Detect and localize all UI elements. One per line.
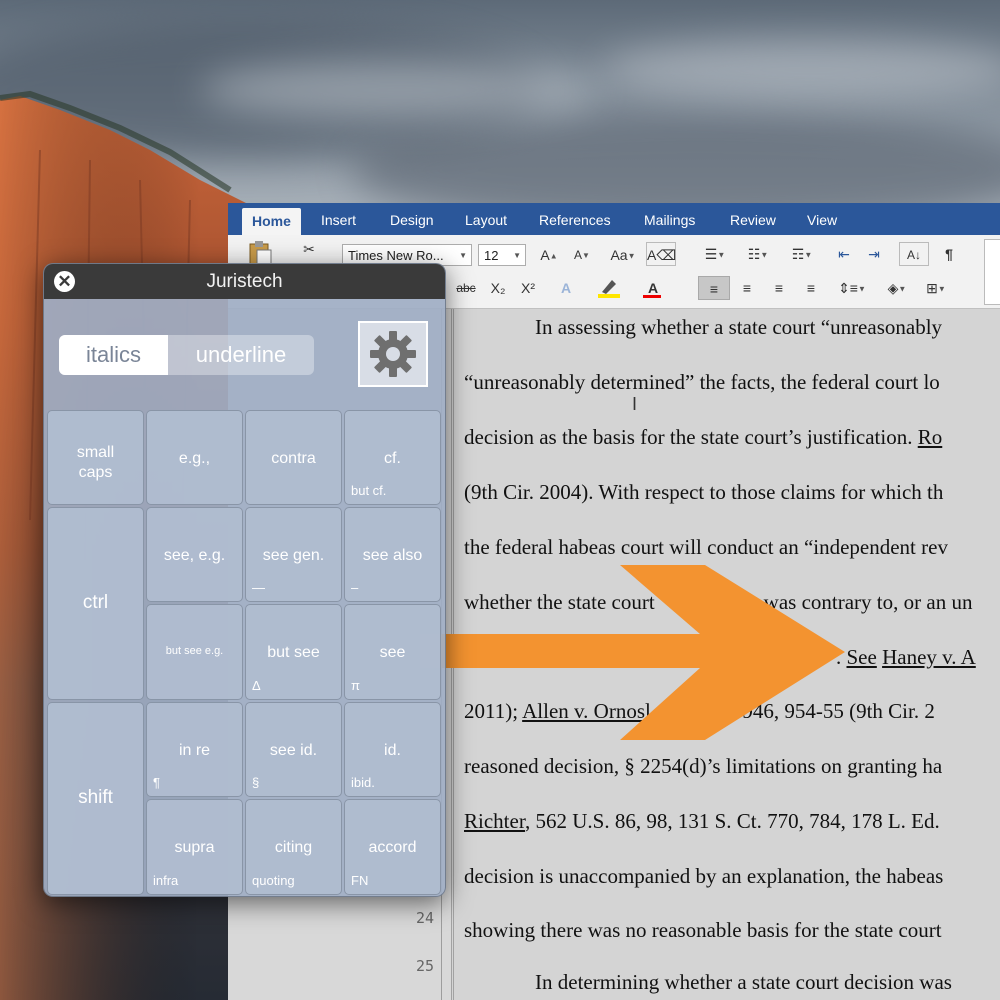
in-re-key[interactable]: in re ¶ (146, 702, 243, 797)
strikethrough-button[interactable]: abc (450, 276, 482, 300)
format-toggle: italics underline (59, 335, 314, 375)
document-line: Richter, 562 U.S. 86, 98, 131 S. Ct. 770… (464, 809, 940, 833)
document-line: decision is unaccompanied by an explanat… (464, 864, 944, 888)
see-id-key[interactable]: see id. § (245, 702, 342, 797)
highlighter-icon[interactable] (592, 276, 626, 300)
line-number: 24 (415, 909, 434, 927)
tab-view[interactable]: View (807, 210, 837, 232)
align-right-icon[interactable]: ≡ (763, 276, 795, 300)
cf-key[interactable]: cf. but cf. (344, 410, 441, 505)
borders-icon[interactable]: ⊞▼ (919, 276, 953, 300)
align-left-icon[interactable]: ≡ (698, 276, 730, 300)
numbering-icon[interactable]: ☷▼ (740, 242, 776, 266)
ctrl-key[interactable]: ctrl (47, 507, 144, 700)
grow-font-button[interactable]: A▲ (533, 243, 565, 267)
see-key[interactable]: see π (344, 604, 441, 700)
chevron-down-icon: ▼ (513, 251, 521, 260)
styles-gallery[interactable] (984, 239, 1000, 305)
font-size: 12 (484, 248, 499, 263)
eg-key[interactable]: e.g., (146, 410, 243, 505)
document-line: In determining whether a state court dec… (535, 970, 952, 994)
underline-toggle-button[interactable]: underline (168, 335, 314, 375)
but-see-key[interactable]: but see Δ (245, 604, 342, 700)
bullets-icon[interactable]: ☰▼ (697, 242, 733, 266)
but-see-eg-key[interactable]: but see e.g. (146, 604, 243, 700)
document-line: whether the state court n was contrary t… (464, 590, 973, 614)
font-name: Times New Ro... (348, 248, 444, 263)
see-gen-key[interactable]: see gen. — (245, 507, 342, 602)
document-line: (9th Cir. 2004). With respect to those c… (464, 480, 944, 504)
chevron-down-icon: ▼ (459, 251, 467, 260)
document-line: “unreasonably determined” the facts, the… (464, 370, 940, 394)
tab-design[interactable]: Design (390, 210, 434, 232)
small-caps-key[interactable]: small caps (47, 410, 144, 505)
text-cursor-icon: I (632, 394, 638, 414)
superscript-button[interactable]: X² (515, 276, 541, 300)
shift-key[interactable]: shift (47, 702, 144, 895)
increase-indent-icon[interactable]: ⇥ (861, 242, 887, 266)
accord-key[interactable]: accord FN (344, 799, 441, 895)
supra-key[interactable]: supra infra (146, 799, 243, 895)
justify-icon[interactable]: ≡ (795, 276, 827, 300)
document-line: showing there was no reasonable basis fo… (464, 918, 942, 942)
clear-formatting-icon[interactable]: A⌫ (646, 242, 676, 266)
tab-layout[interactable]: Layout (465, 210, 507, 232)
line-number: 25 (415, 957, 434, 975)
document-line: reasoned decision, § 2254(d)’s limitatio… (464, 754, 943, 778)
shading-icon[interactable]: ◈▼ (879, 276, 915, 300)
see-also-key[interactable]: see also – (344, 507, 441, 602)
tab-references[interactable]: References (539, 210, 611, 232)
scissors-icon[interactable]: ✂ (298, 237, 320, 261)
juristech-panel: ✕ Juristech italics underline small caps (43, 263, 446, 897)
id-key[interactable]: id. ibid. (344, 702, 441, 797)
tab-mailings[interactable]: Mailings (644, 210, 695, 232)
decrease-indent-icon[interactable]: ⇤ (831, 242, 857, 266)
font-color-icon[interactable]: A (636, 276, 670, 300)
document-line: . See Haney v. A (836, 645, 976, 669)
shrink-font-button[interactable]: A▼ (566, 243, 598, 267)
text-effects-icon[interactable]: A (556, 276, 576, 300)
document-line: 2011); Allen v. Ornosl .3d 946, 954-55 (9… (464, 699, 935, 723)
multilevel-list-icon[interactable]: ☶▼ (784, 242, 820, 266)
tab-home[interactable]: Home (242, 208, 301, 235)
tab-insert[interactable]: Insert (321, 210, 356, 232)
sort-icon[interactable]: A↓ (899, 242, 929, 266)
tab-review[interactable]: Review (730, 210, 776, 232)
panel-title: Juristech (206, 271, 283, 292)
align-center-icon[interactable]: ≡ (731, 276, 763, 300)
document-line: In assessing whether a state court “unre… (535, 315, 943, 339)
italics-toggle-button[interactable]: italics (59, 335, 168, 375)
subscript-button[interactable]: X₂ (485, 276, 511, 300)
contra-key[interactable]: contra (245, 410, 342, 505)
see-eg-key[interactable]: see, e.g. (146, 507, 243, 602)
change-case-button[interactable]: Aa▼ (606, 243, 640, 267)
ribbon-tab-bar: Home Insert Design Layout References Mai… (228, 203, 1000, 235)
document-line: the federal habeas court will conduct an… (464, 535, 948, 559)
line-spacing-icon[interactable]: ⇕≡▼ (834, 276, 870, 300)
settings-button[interactable] (358, 321, 428, 387)
gear-icon (370, 331, 416, 377)
panel-titlebar[interactable]: ✕ Juristech (44, 264, 445, 299)
citing-key[interactable]: citing quoting (245, 799, 342, 895)
document-line: decision as the basis for the state cour… (464, 425, 943, 449)
pilcrow-icon[interactable]: ¶ (936, 242, 962, 266)
font-size-box[interactable]: 12 ▼ (478, 244, 526, 266)
